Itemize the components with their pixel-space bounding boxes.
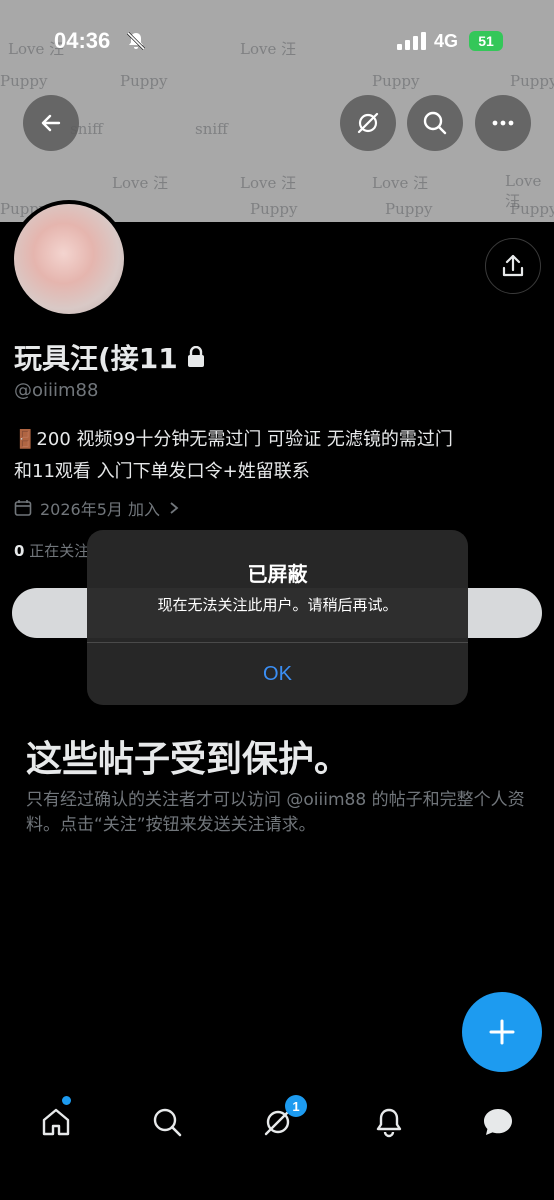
profile-handle: @oiiim88 — [14, 380, 99, 401]
home-notification-dot — [62, 1096, 71, 1105]
alert-message: 现在无法关注此用户。请稍后再试。 — [157, 596, 398, 614]
joined-text: 2026年5月 加入 — [40, 500, 160, 519]
display-name: 玩具汪(接11 — [14, 342, 178, 375]
joined-date[interactable]: 2026年5月 加入 — [14, 496, 180, 520]
tab-messages[interactable] — [478, 1102, 518, 1142]
search-button[interactable] — [407, 95, 463, 151]
alert-title: 已屏蔽 — [247, 562, 308, 586]
compose-button[interactable] — [462, 992, 542, 1072]
bell-slash-icon — [125, 30, 147, 56]
search-icon — [423, 111, 447, 135]
grok-badge: 1 — [285, 1095, 307, 1117]
profile-screen: Love 汪 Puppy Love 汪 Puppy Puppy sniff sn… — [0, 0, 554, 1200]
back-button[interactable] — [23, 95, 79, 151]
protected-description: 只有经过确认的关注者才可以访问 @oiiim88 的帖子和完整个人资料。点击“关… — [26, 790, 525, 835]
tab-notifications[interactable] — [369, 1102, 409, 1142]
blocked-alert: 已屏蔽 现在无法关注此用户。请稍后再试。 OK — [87, 530, 468, 705]
battery-indicator: 51 — [469, 31, 503, 51]
profile-bio: 🚪200 视频99十分钟无需过门 可验证 无滤镜的需过门 和11观看 入门下单发… — [14, 424, 539, 488]
status-bar: 04:36 4G 51 — [0, 0, 554, 82]
grok-button[interactable] — [340, 95, 396, 151]
share-icon — [502, 254, 524, 277]
tab-explore[interactable] — [147, 1102, 187, 1142]
plus-icon — [489, 1019, 515, 1045]
more-button[interactable] — [475, 95, 531, 151]
following-label: 正在关注 — [29, 542, 90, 560]
protected-title: 这些帖子受到保护。 — [26, 739, 351, 780]
grok-icon — [357, 112, 379, 134]
tab-home[interactable] — [36, 1102, 76, 1142]
share-button[interactable] — [485, 238, 541, 294]
home-icon — [42, 1108, 70, 1136]
profile-name: 玩具汪(接11 — [14, 337, 206, 377]
following-number: 0 — [14, 542, 25, 560]
more-icon — [492, 120, 514, 126]
messages-icon — [484, 1109, 512, 1135]
lock-icon — [187, 346, 204, 367]
back-icon — [41, 114, 61, 132]
chevron-right-icon — [170, 502, 179, 514]
alert-ok-button[interactable]: OK — [87, 643, 468, 705]
network-type: 4G — [434, 31, 459, 51]
bio-line: 🚪200 视频99十分钟无需过门 可验证 无滤镜的需过门 — [14, 429, 453, 450]
following-count[interactable]: 0 正在关注 — [14, 540, 89, 561]
avatar[interactable] — [10, 200, 128, 318]
explore-icon — [153, 1108, 182, 1137]
status-time: 04:36 — [54, 28, 111, 53]
signal-icon — [397, 32, 427, 54]
bottom-tab-bar — [0, 1082, 554, 1200]
calendar-icon — [14, 500, 32, 516]
avatar-image — [14, 204, 124, 314]
bio-line: 和11观看 入门下单发口令+姓留联系 — [14, 461, 310, 482]
bell-icon — [376, 1108, 402, 1138]
